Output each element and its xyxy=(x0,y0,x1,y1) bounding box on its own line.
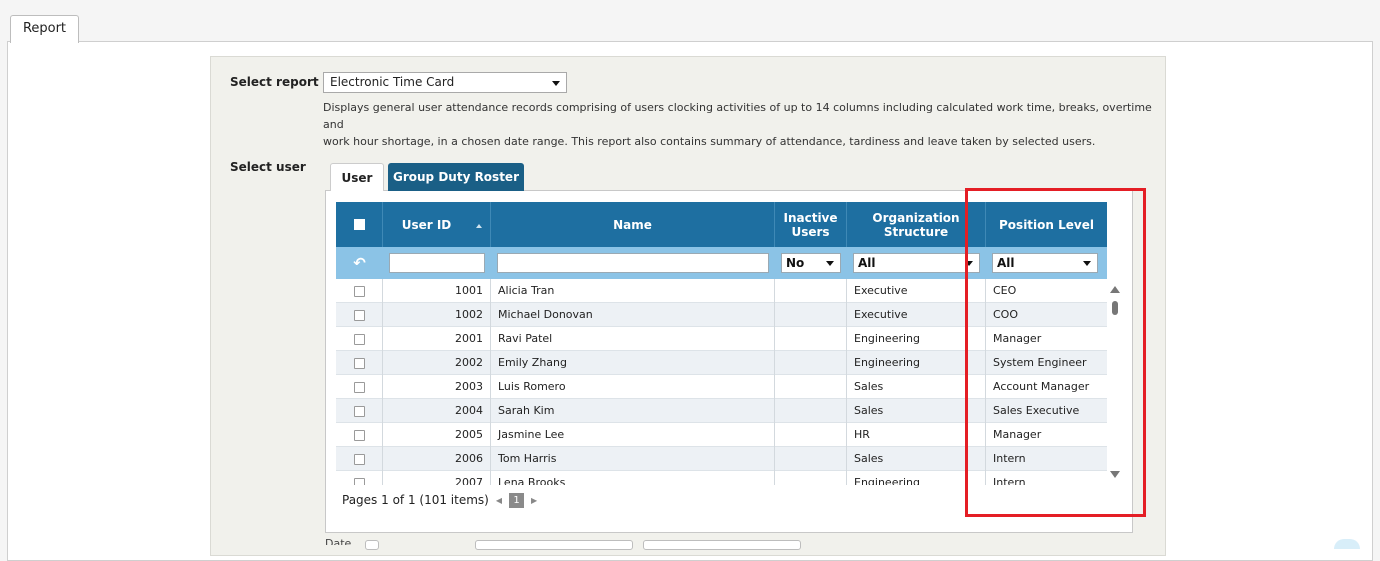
cell-name: Michael Donovan xyxy=(491,303,775,327)
row-checkbox[interactable] xyxy=(353,285,365,297)
report-select[interactable]: Electronic Time Card xyxy=(323,72,567,93)
report-description-line: work hour shortage, in a chosen date ran… xyxy=(323,135,1096,148)
date-from-field[interactable] xyxy=(475,540,633,550)
cell-inactive xyxy=(775,471,847,485)
cell-name: Alicia Tran xyxy=(491,279,775,303)
cell-user-id: 2004 xyxy=(383,399,491,423)
cell-inactive xyxy=(775,375,847,399)
tab-user[interactable]: User xyxy=(330,163,384,191)
cell-user-id: 2007 xyxy=(383,471,491,485)
row-checkbox[interactable] xyxy=(353,453,365,465)
row-checkbox[interactable] xyxy=(353,381,365,393)
cell-name: Emily Zhang xyxy=(491,351,775,375)
row-checkbox-cell xyxy=(336,447,383,471)
report-description: Displays general user attendance records… xyxy=(323,99,1153,150)
cell-inactive xyxy=(775,447,847,471)
header-inactive-label: Users xyxy=(791,224,830,239)
page-next-icon[interactable]: ▶ xyxy=(531,496,537,505)
header-select-all[interactable] xyxy=(336,202,383,247)
date-label: Date xyxy=(325,538,352,545)
header-user-id-label: User ID xyxy=(401,217,452,232)
cell-user-id: 2006 xyxy=(383,447,491,471)
row-checkbox[interactable] xyxy=(353,309,365,321)
cell-user-id: 2001 xyxy=(383,327,491,351)
row-checkbox-cell xyxy=(336,327,383,351)
cell-name: Sarah Kim xyxy=(491,399,775,423)
filter-reset[interactable]: ↶ xyxy=(336,247,383,279)
header-user-id[interactable]: User ID xyxy=(383,202,491,247)
cell-user-id: 2005 xyxy=(383,423,491,447)
filter-org-select[interactable]: All xyxy=(853,253,980,273)
dropdown-caret-icon xyxy=(552,81,560,86)
row-checkbox[interactable] xyxy=(353,357,365,369)
row-checkbox-cell xyxy=(336,351,383,375)
undo-icon[interactable]: ↶ xyxy=(353,254,366,272)
row-checkbox-cell xyxy=(336,471,383,485)
header-name[interactable]: Name xyxy=(491,202,775,247)
cell-user-id: 2002 xyxy=(383,351,491,375)
tab-report[interactable]: Report xyxy=(10,15,79,43)
cell-inactive xyxy=(775,279,847,303)
sort-ascending-icon xyxy=(476,224,482,228)
filter-inactive-cell: No xyxy=(775,247,847,279)
cell-user-id: 1001 xyxy=(383,279,491,303)
report-description-line: Displays general user attendance records… xyxy=(323,101,1152,131)
row-checkbox-cell xyxy=(336,279,383,303)
page-prev-icon[interactable]: ◀ xyxy=(496,496,502,505)
select-all-checkbox[interactable] xyxy=(353,219,365,230)
row-checkbox[interactable] xyxy=(353,333,365,345)
cell-user-id: 1002 xyxy=(383,303,491,327)
row-checkbox-cell xyxy=(336,399,383,423)
row-checkbox[interactable] xyxy=(353,405,365,417)
grid-pager: Pages 1 of 1 (101 items) ◀ 1 ▶ xyxy=(342,490,544,510)
filter-user-id-cell xyxy=(383,247,491,279)
cell-inactive xyxy=(775,327,847,351)
page-number-current[interactable]: 1 xyxy=(509,492,524,508)
select-report-label: Select report xyxy=(230,75,319,89)
row-checkbox-cell xyxy=(336,375,383,399)
date-checkbox[interactable] xyxy=(365,540,379,550)
row-checkbox-cell xyxy=(336,303,383,327)
cell-name: Ravi Patel xyxy=(491,327,775,351)
filter-user-id-input[interactable] xyxy=(389,253,485,273)
report-select-value: Electronic Time Card xyxy=(330,75,455,89)
top-tab-bar: Report xyxy=(0,0,1380,43)
cell-name: Jasmine Lee xyxy=(491,423,775,447)
pager-summary: Pages 1 of 1 (101 items) xyxy=(342,493,489,507)
header-inactive-users[interactable]: Inactive Users xyxy=(775,202,847,247)
date-to-field[interactable] xyxy=(643,540,801,550)
cell-inactive xyxy=(775,303,847,327)
position-level-highlight xyxy=(965,188,1146,517)
cell-name: Lena Brooks xyxy=(491,471,775,485)
filter-inactive-value: No xyxy=(786,256,805,270)
cell-inactive xyxy=(775,423,847,447)
tab-group-duty-roster[interactable]: Group Duty Roster xyxy=(388,163,524,191)
cell-name: Tom Harris xyxy=(491,447,775,471)
cell-inactive xyxy=(775,399,847,423)
row-checkbox[interactable] xyxy=(353,429,365,441)
filter-inactive-select[interactable]: No xyxy=(781,253,841,273)
cell-inactive xyxy=(775,351,847,375)
cell-name: Luis Romero xyxy=(491,375,775,399)
filter-name-cell xyxy=(491,247,775,279)
header-name-label: Name xyxy=(613,217,652,232)
filter-name-input[interactable] xyxy=(497,253,769,273)
dropdown-caret-icon xyxy=(826,261,834,266)
header-inactive-label: Inactive xyxy=(783,210,838,225)
select-user-label: Select user xyxy=(230,160,306,174)
row-checkbox[interactable] xyxy=(353,477,365,485)
filter-org-value: All xyxy=(858,256,876,270)
cell-user-id: 2003 xyxy=(383,375,491,399)
row-checkbox-cell xyxy=(336,423,383,447)
help-bubble[interactable] xyxy=(1334,539,1360,549)
